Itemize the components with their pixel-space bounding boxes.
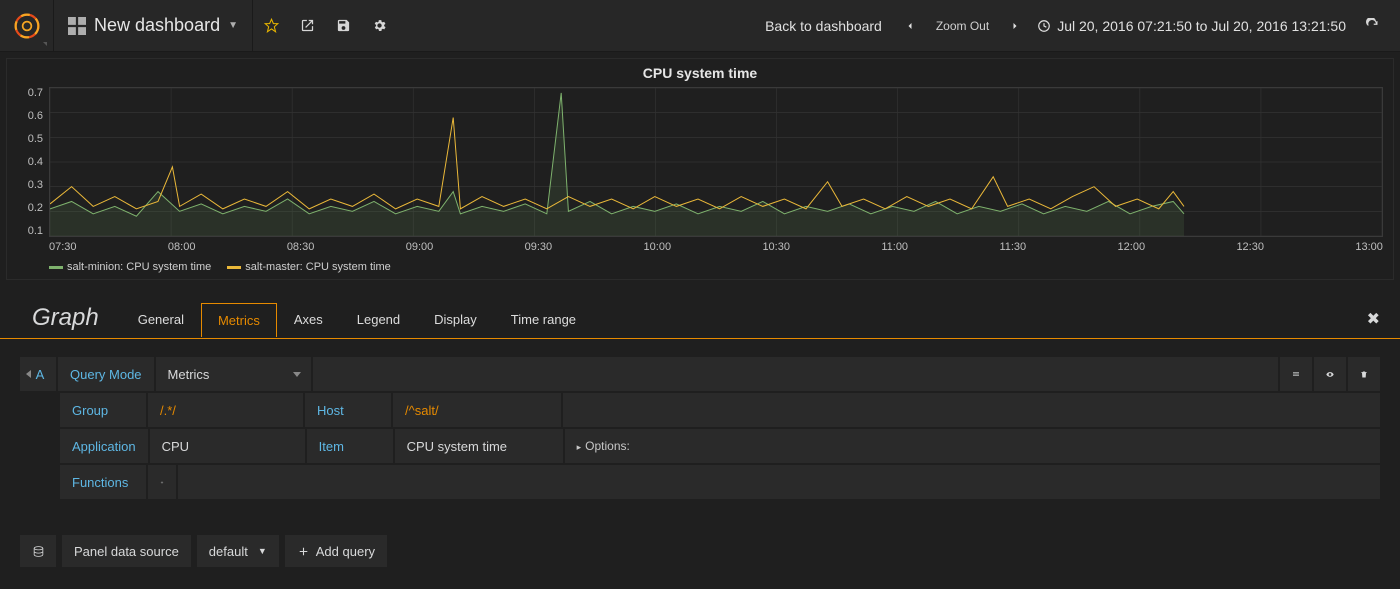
- datasource-label: Panel data source: [62, 535, 191, 567]
- group-select[interactable]: /.*/: [148, 393, 303, 427]
- tab-general[interactable]: General: [121, 302, 201, 336]
- grafana-logo-menu[interactable]: [0, 0, 54, 52]
- functions-label: Functions: [60, 465, 146, 499]
- panel-title[interactable]: CPU system time: [17, 61, 1383, 87]
- settings-button[interactable]: [361, 0, 397, 52]
- tab-metrics[interactable]: Metrics: [201, 303, 277, 337]
- clock-icon: [1037, 19, 1051, 33]
- query-visibility-button[interactable]: [1314, 357, 1346, 391]
- time-range-picker[interactable]: Jul 20, 2016 07:21:50 to Jul 20, 2016 13…: [1029, 0, 1354, 52]
- query-letter-toggle[interactable]: A: [20, 357, 56, 391]
- query-menu-button[interactable]: [1280, 357, 1312, 391]
- save-button[interactable]: [325, 0, 361, 52]
- group-label: Group: [60, 393, 146, 427]
- x-axis: 07:3008:0008:3009:0009:3010:0010:3011:00…: [49, 237, 1383, 253]
- chart-plot-area[interactable]: [49, 87, 1383, 237]
- query-delete-button[interactable]: [1348, 357, 1380, 391]
- application-label: Application: [60, 429, 148, 463]
- tab-axes[interactable]: Axes: [277, 302, 340, 336]
- y-axis: 0.70.60.50.40.30.20.1: [17, 87, 49, 237]
- application-select[interactable]: CPU: [150, 429, 305, 463]
- share-button[interactable]: [289, 0, 325, 52]
- options-toggle[interactable]: Options:: [577, 439, 630, 453]
- legend-item[interactable]: salt-master: CPU system time: [227, 261, 390, 273]
- editor-tabs: Graph GeneralMetricsAxesLegendDisplayTim…: [0, 300, 1400, 339]
- time-back-button[interactable]: [896, 0, 924, 52]
- time-forward-button[interactable]: [1001, 0, 1029, 52]
- query-spacer: [313, 357, 1278, 391]
- query-mode-label: Query Mode: [58, 357, 154, 391]
- datasource-select[interactable]: default ▼: [197, 535, 279, 567]
- legend-item[interactable]: salt-minion: CPU system time: [49, 261, 211, 273]
- dashboard-title: New dashboard: [94, 15, 220, 36]
- chart-legend: salt-minion: CPU system time salt-master:…: [49, 253, 1383, 273]
- dashboard-title-dropdown[interactable]: New dashboard ▼: [54, 0, 253, 52]
- host-label: Host: [305, 393, 391, 427]
- close-editor-button[interactable]: ✖: [1357, 309, 1390, 329]
- star-button[interactable]: [253, 0, 289, 52]
- chevron-down-icon: ▼: [228, 20, 238, 31]
- top-navbar: New dashboard ▼ Back to dashboard Zoom O…: [0, 0, 1400, 52]
- add-query-button[interactable]: Add query: [285, 535, 387, 567]
- host-select[interactable]: /^salt/: [393, 393, 561, 427]
- tab-time-range[interactable]: Time range: [494, 302, 593, 336]
- grafana-icon: [13, 12, 41, 40]
- datasource-icon[interactable]: [20, 535, 56, 567]
- zoom-out-button[interactable]: Zoom Out: [924, 0, 1001, 52]
- query-mode-select[interactable]: Metrics: [156, 357, 311, 391]
- tab-legend[interactable]: Legend: [340, 302, 417, 336]
- tab-display[interactable]: Display: [417, 302, 494, 336]
- add-function-button[interactable]: [148, 465, 176, 499]
- back-to-dashboard-link[interactable]: Back to dashboard: [751, 18, 896, 34]
- item-select[interactable]: CPU system time: [395, 429, 563, 463]
- refresh-button[interactable]: [1354, 0, 1390, 52]
- time-range-text: Jul 20, 2016 07:21:50 to Jul 20, 2016 13…: [1057, 18, 1346, 34]
- dashboard-icon: [68, 17, 86, 35]
- graph-panel: CPU system time 0.70.60.50.40.30.20.1 07…: [6, 58, 1394, 280]
- item-label: Item: [307, 429, 393, 463]
- panel-type-label: Graph: [10, 300, 121, 338]
